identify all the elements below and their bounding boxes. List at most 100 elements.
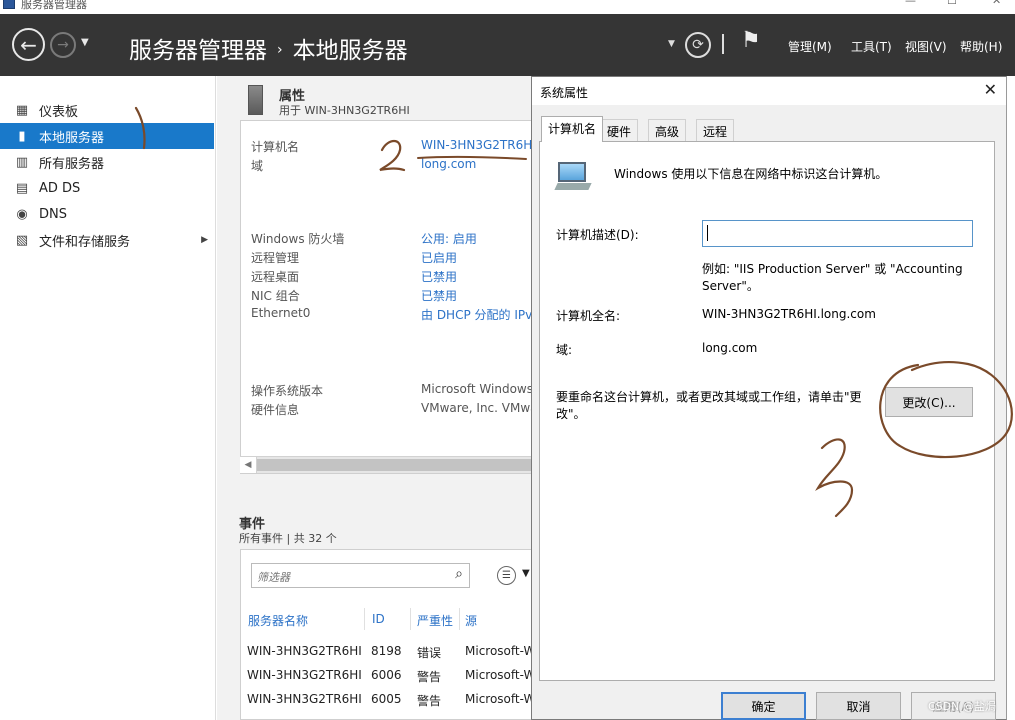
menu-manage[interactable]: 管理(M) xyxy=(788,38,832,55)
cancel-button[interactable]: 取消 xyxy=(816,692,901,720)
sidebar-item-all-servers[interactable]: ▥ 所有服务器 xyxy=(0,149,214,175)
local-server-icon: ▮ xyxy=(18,128,26,144)
prop-value-firewall[interactable]: 公用: 启用 xyxy=(421,230,477,247)
menu-tools[interactable]: 工具(T) xyxy=(851,38,892,55)
column-header-source[interactable]: 源 xyxy=(465,612,477,629)
sidebar-item-file-storage[interactable]: ▧ 文件和存储服务 ▶ xyxy=(0,227,214,253)
sidebar-item-ad-ds[interactable]: ▤ AD DS xyxy=(0,175,214,201)
scrollbar-thumb[interactable] xyxy=(257,459,532,471)
full-name-label: 计算机全名: xyxy=(556,309,621,323)
properties-panel: 计算机名 WIN-3HN3G2TR6HI 域 long.com Windows … xyxy=(240,120,532,474)
cell-id: 6006 xyxy=(371,668,402,682)
header-dropdown-icon[interactable]: ▼ xyxy=(668,39,675,49)
domain-value: long.com xyxy=(702,341,758,355)
events-subtitle: 所有事件 | 共 32 个 xyxy=(239,532,337,545)
window-close-button[interactable]: ✕ xyxy=(992,0,1001,7)
history-dropdown-icon[interactable]: ▼ xyxy=(81,37,89,48)
computer-icon xyxy=(554,162,592,192)
maximize-button[interactable]: ☐ xyxy=(947,0,957,7)
events-panel: 筛选器 ⌕ ☰ ▼ 服务器名称 ID 严重性 源 WIN-3HN3G2TR6HI… xyxy=(240,549,532,720)
menu-help[interactable]: 帮助(H) xyxy=(960,38,1002,55)
domain-label: 域: xyxy=(556,343,573,357)
cell-server: WIN-3HN3G2TR6HI xyxy=(247,692,362,706)
intro-text: Windows 使用以下信息在网络中标识这台计算机。 xyxy=(614,167,888,181)
example-text-line2: Server"。 xyxy=(702,279,759,293)
properties-horizontal-scrollbar[interactable]: ◀ xyxy=(240,456,532,473)
events-filter-input[interactable]: 筛选器 ⌕ xyxy=(251,563,470,588)
search-icon[interactable]: ⌕ xyxy=(455,566,463,582)
prop-value-computer-name[interactable]: WIN-3HN3G2TR6HI xyxy=(421,138,532,152)
refresh-button[interactable]: ⟳ xyxy=(685,32,711,58)
dashboard-icon: ▦ xyxy=(15,102,29,118)
properties-subtitle: 用于 WIN-3HN3G2TR6HI xyxy=(279,104,410,117)
notifications-flag-icon[interactable]: ⚑ xyxy=(741,28,761,53)
text-caret xyxy=(707,225,708,241)
list-options-dropdown-icon[interactable]: ▼ xyxy=(522,568,530,579)
cell-severity: 警告 xyxy=(417,694,442,708)
list-options-icon[interactable]: ☰ xyxy=(497,566,516,585)
prop-value-os-version: Microsoft Windows xyxy=(421,382,532,396)
column-divider xyxy=(459,608,460,630)
sidebar-item-label: 仪表板 xyxy=(39,104,79,120)
tab-computer-name[interactable]: 计算机名 xyxy=(541,116,604,142)
cell-server: WIN-3HN3G2TR6HI xyxy=(247,644,362,658)
column-header-severity[interactable]: 严重性 xyxy=(417,612,453,629)
column-header-id[interactable]: ID xyxy=(372,612,385,626)
breadcrumb-root[interactable]: 服务器管理器 xyxy=(129,38,267,64)
main-content: 属性 用于 WIN-3HN3G2TR6HI 计算机名 WIN-3HN3G2TR6… xyxy=(217,76,532,720)
table-row[interactable]: WIN-3HN3G2TR6HI 6006 警告 Microsoft-W xyxy=(241,668,532,692)
scroll-left-icon[interactable]: ◀ xyxy=(240,457,257,473)
back-button[interactable]: ← xyxy=(12,28,45,61)
computer-description-input[interactable] xyxy=(702,220,973,247)
watermark-text: CSDN @盐焗 xyxy=(928,700,996,713)
ok-button[interactable]: 确定 xyxy=(721,692,806,720)
sidebar-item-label: AD DS xyxy=(39,180,81,196)
column-divider xyxy=(410,608,411,630)
all-servers-icon: ▥ xyxy=(15,154,29,170)
prop-value-remote-management[interactable]: 已启用 xyxy=(421,249,457,266)
change-button[interactable]: 更改(C)... xyxy=(885,387,973,417)
cell-server: WIN-3HN3G2TR6HI xyxy=(247,668,362,682)
system-properties-dialog: 系统属性 ✕ 计算机名 硬件 高级 远程 Windows 使用以下信息在网络中标… xyxy=(531,76,1007,720)
window-titlebar: 服务器管理器 — ☐ ✕ xyxy=(0,0,1015,14)
header-divider xyxy=(722,34,724,54)
prop-value-ethernet0[interactable]: 由 DHCP 分配的 IPv xyxy=(421,306,532,323)
sidebar-item-dashboard[interactable]: ▦ 仪表板 xyxy=(0,97,214,123)
prop-key-remote-desktop: 远程桌面 xyxy=(251,270,300,284)
sidebar-item-label: 所有服务器 xyxy=(39,156,105,172)
ad-ds-icon: ▤ xyxy=(15,180,29,196)
cell-severity: 警告 xyxy=(417,670,442,684)
tab-hardware[interactable]: 硬件 xyxy=(600,119,639,141)
refresh-icon: ⟳ xyxy=(692,37,704,53)
rename-text-line1: 要重命名这台计算机，或者更改其域或工作组，请单击"更 xyxy=(556,390,862,404)
prop-key-ethernet0: Ethernet0 xyxy=(251,306,311,320)
tab-advanced[interactable]: 高级 xyxy=(648,119,687,141)
full-name-value: WIN-3HN3G2TR6HI.long.com xyxy=(702,307,876,321)
server-manager-app-icon xyxy=(3,0,15,9)
table-row[interactable]: WIN-3HN3G2TR6HI 6005 警告 Microsoft-W xyxy=(241,692,532,716)
prop-value-remote-desktop[interactable]: 已禁用 xyxy=(421,268,457,285)
dialog-titlebar: 系统属性 ✕ xyxy=(532,77,1006,105)
sidebar-item-local-server[interactable]: ▮ 本地服务器 xyxy=(0,123,214,149)
prop-key-nic-teaming: NIC 组合 xyxy=(251,289,300,303)
cell-source: Microsoft-W xyxy=(465,668,532,682)
sidebar-item-dns[interactable]: ◉ DNS xyxy=(0,201,214,227)
column-header-server-name[interactable]: 服务器名称 xyxy=(248,612,308,629)
forward-button[interactable]: → xyxy=(50,32,76,58)
expand-arrow-icon[interactable]: ▶ xyxy=(201,235,208,245)
menu-view[interactable]: 视图(V) xyxy=(905,38,947,55)
cell-source: Microsoft-W xyxy=(465,644,532,658)
example-text-line1: 例如: "IIS Production Server" 或 "Accountin… xyxy=(702,262,963,276)
prop-value-domain[interactable]: long.com xyxy=(421,157,476,171)
window-title: 服务器管理器 xyxy=(21,0,87,11)
tab-remote[interactable]: 远程 xyxy=(696,119,735,141)
arrow-right-icon: → xyxy=(57,37,69,53)
file-storage-icon: ▧ xyxy=(15,232,29,248)
table-row[interactable]: WIN-3HN3G2TR6HI 8198 错误 Microsoft-W xyxy=(241,644,532,668)
prop-key-computer-name: 计算机名 xyxy=(251,140,300,154)
filter-placeholder: 筛选器 xyxy=(257,571,290,584)
server-icon xyxy=(248,85,263,115)
minimize-button[interactable]: — xyxy=(905,0,916,7)
prop-value-nic-teaming[interactable]: 已禁用 xyxy=(421,287,457,304)
dialog-close-button[interactable]: ✕ xyxy=(984,80,997,99)
